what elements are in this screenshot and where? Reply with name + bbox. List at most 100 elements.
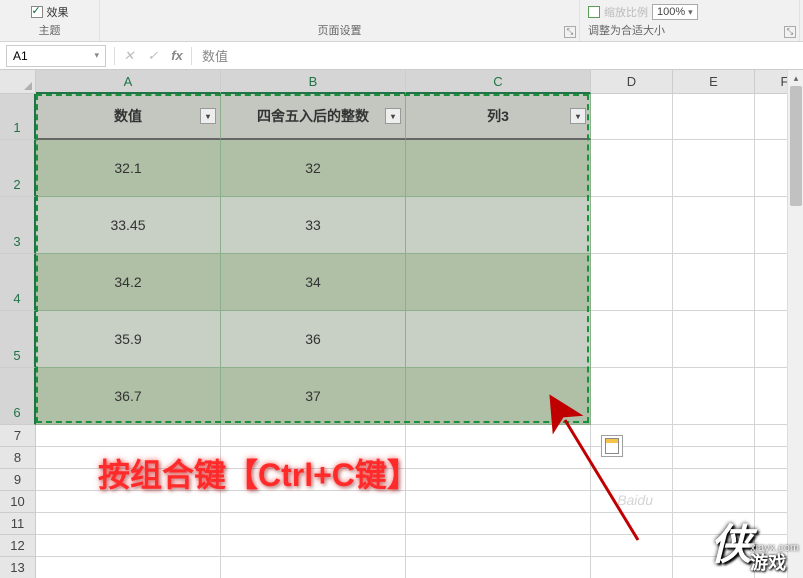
cell[interactable] [673, 94, 755, 140]
cell[interactable] [406, 447, 591, 469]
row-header[interactable]: 13 [0, 557, 36, 578]
cell[interactable] [591, 469, 673, 491]
row-header[interactable]: 4 [0, 254, 36, 311]
column-header[interactable]: A [36, 70, 221, 94]
row-header[interactable]: 11 [0, 513, 36, 535]
cell[interactable] [221, 425, 406, 447]
cell[interactable]: 36.7 [36, 368, 221, 425]
row-header[interactable]: 6 [0, 368, 36, 425]
cell[interactable] [406, 368, 591, 425]
cell[interactable] [36, 557, 221, 578]
cell[interactable]: 32 [221, 140, 406, 197]
cell[interactable] [406, 197, 591, 254]
column-header[interactable]: E [673, 70, 755, 94]
row-header[interactable]: 2 [0, 140, 36, 197]
cell[interactable] [673, 469, 755, 491]
dialog-launcher-icon[interactable]: ⤡ [564, 26, 576, 38]
cell[interactable]: 33.45 [36, 197, 221, 254]
row-header[interactable]: 3 [0, 197, 36, 254]
confirm-icon[interactable]: ✓ [141, 45, 165, 67]
vertical-scrollbar[interactable]: ▴ [787, 70, 803, 578]
cell[interactable]: 列3 ▾ [406, 94, 591, 140]
ribbon-group-scale-label: 调整为合适大小 [588, 22, 665, 38]
cell[interactable] [406, 254, 591, 311]
cell[interactable] [673, 447, 755, 469]
effects-checkbox-icon [31, 6, 43, 18]
cell[interactable] [591, 557, 673, 578]
cell[interactable] [591, 94, 673, 140]
cell[interactable]: 33 [221, 197, 406, 254]
cell[interactable] [406, 469, 591, 491]
filter-dropdown-icon[interactable]: ▾ [385, 108, 401, 124]
fx-icon[interactable]: fx [165, 45, 189, 67]
paste-options-button[interactable] [601, 435, 623, 457]
cell[interactable] [221, 513, 406, 535]
scroll-thumb[interactable] [790, 86, 802, 206]
cell[interactable]: 35.9 [36, 311, 221, 368]
cell[interactable] [591, 368, 673, 425]
column-header[interactable]: C [406, 70, 591, 94]
cell[interactable] [36, 535, 221, 557]
row-headers: 12345678910111213 [0, 94, 36, 578]
cell[interactable] [406, 425, 591, 447]
row-header[interactable]: 5 [0, 311, 36, 368]
effects-option[interactable]: 效果 [31, 4, 69, 20]
filter-dropdown-icon[interactable]: ▾ [200, 108, 216, 124]
cell[interactable] [406, 535, 591, 557]
select-all-button[interactable] [0, 70, 36, 94]
row-header[interactable]: 7 [0, 425, 36, 447]
column-headers: ABCDEF [36, 70, 803, 94]
cell[interactable]: 32.1 [36, 140, 221, 197]
cell[interactable] [406, 311, 591, 368]
cell[interactable]: 数值▾ [36, 94, 221, 140]
cell[interactable] [591, 254, 673, 311]
cell[interactable] [591, 140, 673, 197]
cell[interactable] [673, 197, 755, 254]
name-box-value: A1 [13, 49, 28, 63]
cancel-icon[interactable]: ✕ [117, 45, 141, 67]
filter-dropdown-icon[interactable]: ▾ [570, 108, 586, 124]
cell[interactable] [673, 254, 755, 311]
name-box[interactable]: A1 [6, 45, 106, 67]
row-header[interactable]: 8 [0, 447, 36, 469]
cell[interactable]: 34.2 [36, 254, 221, 311]
cell[interactable] [36, 425, 221, 447]
effects-label: 效果 [47, 4, 69, 20]
table-header-label: 列3 [487, 106, 509, 126]
cell[interactable] [673, 368, 755, 425]
scale-checkbox-icon [588, 6, 600, 18]
baidu-watermark: Baidu [617, 492, 653, 508]
row-header[interactable]: 9 [0, 469, 36, 491]
cell[interactable]: 34 [221, 254, 406, 311]
cell[interactable] [673, 491, 755, 513]
column-header[interactable]: B [221, 70, 406, 94]
cell[interactable] [406, 491, 591, 513]
cell[interactable] [36, 513, 221, 535]
cell[interactable] [673, 425, 755, 447]
row-header[interactable]: 1 [0, 94, 36, 140]
cell[interactable]: 36 [221, 311, 406, 368]
cell[interactable] [221, 557, 406, 578]
divider [114, 47, 115, 65]
cell[interactable] [406, 557, 591, 578]
cell[interactable] [673, 311, 755, 368]
cell[interactable] [406, 513, 591, 535]
cell[interactable] [591, 197, 673, 254]
scroll-up-icon[interactable]: ▴ [788, 70, 803, 86]
cell[interactable] [591, 311, 673, 368]
ribbon-group-theme-label: 主题 [39, 22, 61, 38]
cell[interactable] [591, 513, 673, 535]
row-header[interactable]: 12 [0, 535, 36, 557]
cell[interactable]: 四舍五入后的整数▾ [221, 94, 406, 140]
column-header[interactable]: D [591, 70, 673, 94]
formula-input[interactable] [194, 45, 803, 67]
cell[interactable] [221, 535, 406, 557]
cell[interactable] [673, 140, 755, 197]
zoom-dropdown[interactable]: 100% [652, 4, 698, 20]
row-header[interactable]: 10 [0, 491, 36, 513]
dialog-launcher-scale-icon[interactable]: ⤡ [784, 26, 796, 38]
cell-grid[interactable]: 数值▾四舍五入后的整数▾ 列3 ▾ 32.13233.453334.23435.936… [36, 94, 803, 578]
cell[interactable] [406, 140, 591, 197]
cell[interactable]: 37 [221, 368, 406, 425]
cell[interactable] [591, 535, 673, 557]
